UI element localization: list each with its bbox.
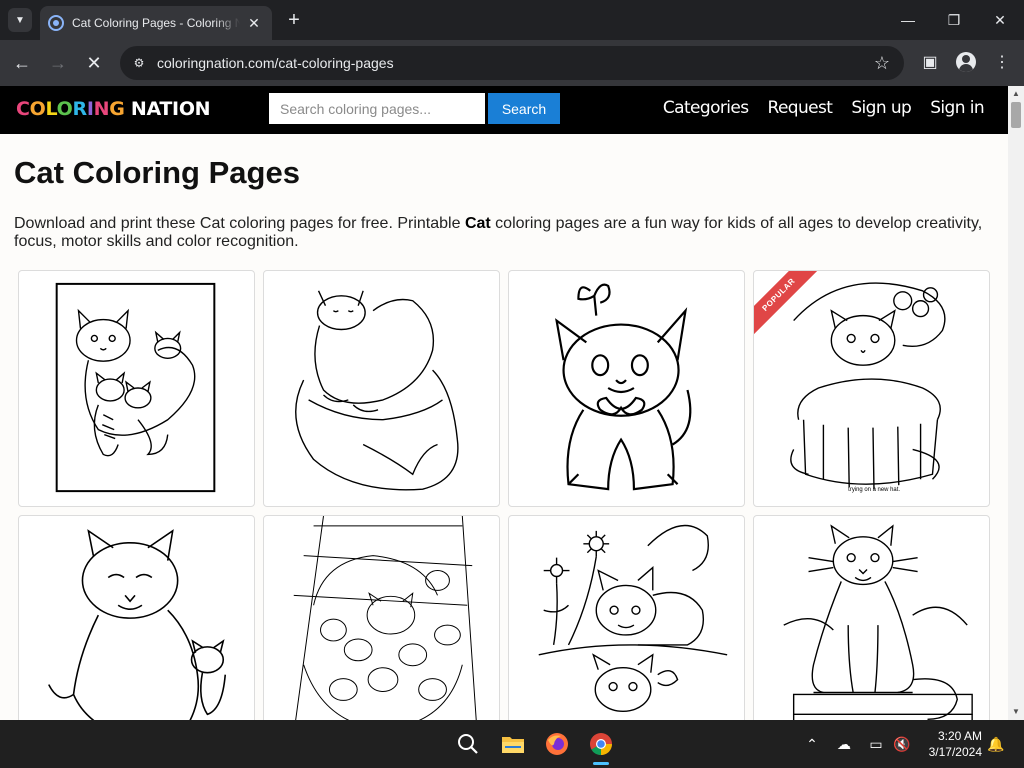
card-caption: trying on a new hat. bbox=[848, 487, 900, 493]
scroll-down-arrow-icon[interactable]: ▼ bbox=[1008, 706, 1024, 718]
forward-arrow-icon[interactable]: → bbox=[46, 51, 70, 75]
close-icon[interactable]: ✕ bbox=[246, 15, 262, 32]
coloring-page-card[interactable] bbox=[18, 515, 255, 720]
windows-taskbar: ⌃ ☁ ▭ 🔇 3:20 AM 3/17/2024 🔔 bbox=[0, 720, 1024, 768]
new-tab-plus-icon[interactable]: + bbox=[282, 8, 306, 32]
search-button[interactable]: Search bbox=[488, 93, 560, 124]
profile-icon[interactable] bbox=[956, 52, 976, 72]
browser-tab-strip: ▼ Cat Coloring Pages - Coloring Nation ✕… bbox=[0, 0, 1024, 40]
coloring-page-card[interactable] bbox=[508, 515, 745, 720]
minimize-icon[interactable]: — bbox=[896, 8, 920, 32]
tune-icon[interactable]: ⚙ bbox=[130, 54, 148, 72]
kebab-menu-icon[interactable]: ⋮ bbox=[990, 51, 1014, 75]
scroll-up-arrow-icon[interactable]: ▲ bbox=[1008, 88, 1024, 100]
page-intro: Download and print these Cat coloring pa… bbox=[14, 215, 983, 250]
coloring-page-card[interactable] bbox=[263, 515, 500, 720]
page-viewport: COLORING NATION Search Categories Reques… bbox=[0, 86, 1024, 720]
bookmark-star-icon[interactable]: ☆ bbox=[874, 53, 890, 73]
kitten-in-hatbox-illustration: trying on a new hat. bbox=[790, 282, 946, 493]
nav-request[interactable]: Request bbox=[768, 98, 833, 118]
clock-date: 3/17/2024 bbox=[928, 745, 982, 759]
coloring-page-card[interactable] bbox=[263, 270, 500, 507]
cat-sitting-on-fence-illustration bbox=[783, 524, 973, 720]
chrome-icon[interactable] bbox=[585, 728, 617, 760]
mother-cat-and-kitten-illustration bbox=[48, 529, 227, 720]
cat-family-illustration bbox=[55, 282, 216, 493]
address-bar[interactable]: ⚙ coloringnation.com/cat-coloring-pages … bbox=[120, 46, 904, 80]
cat-with-kittens-illustration bbox=[293, 516, 477, 720]
side-panel-icon[interactable]: ▣ bbox=[918, 51, 942, 75]
kitten-with-flowers-illustration bbox=[538, 524, 728, 713]
coloring-page-card[interactable] bbox=[18, 270, 255, 507]
file-explorer-icon[interactable] bbox=[497, 728, 529, 760]
site-logo[interactable]: COLORING NATION bbox=[16, 98, 211, 120]
favicon-icon bbox=[48, 15, 64, 31]
site-nav: Categories Request Sign up Sign in bbox=[663, 98, 985, 118]
tab-title: Cat Coloring Pages - Coloring Nation bbox=[72, 16, 240, 30]
coloring-page-grid: trying on a new hat. POPULAR bbox=[18, 270, 991, 720]
notification-bell-icon[interactable]: 🔔 bbox=[986, 734, 1006, 754]
browser-toolbar: ← → ✕ ⚙ coloringnation.com/cat-coloring-… bbox=[0, 40, 1024, 86]
firefox-icon[interactable] bbox=[541, 728, 573, 760]
nav-sign-in[interactable]: Sign in bbox=[930, 98, 984, 118]
main-content: Cat Coloring Pages Download and print th… bbox=[0, 134, 1008, 720]
system-clock[interactable]: 3:20 AM 3/17/2024 bbox=[924, 728, 982, 760]
onedrive-icon[interactable]: ☁ bbox=[834, 734, 854, 754]
browser-tab[interactable]: Cat Coloring Pages - Coloring Nation ✕ bbox=[40, 6, 272, 40]
coloring-page-card[interactable] bbox=[753, 515, 990, 720]
volume-muted-icon[interactable]: 🔇 bbox=[892, 734, 912, 754]
coloring-page-card[interactable]: trying on a new hat. POPULAR bbox=[753, 270, 990, 507]
kitten-with-butterfly-illustration bbox=[555, 283, 692, 491]
page-title: Cat Coloring Pages bbox=[14, 155, 300, 190]
search-input[interactable] bbox=[269, 93, 485, 124]
chevron-up-icon[interactable]: ⌃ bbox=[802, 734, 822, 754]
stop-loading-icon[interactable]: ✕ bbox=[82, 51, 106, 75]
scrollbar-thumb[interactable] bbox=[1011, 102, 1021, 128]
coloring-page-card[interactable] bbox=[508, 270, 745, 507]
chevron-down-icon[interactable]: ▼ bbox=[8, 8, 32, 32]
nav-sign-up[interactable]: Sign up bbox=[851, 98, 911, 118]
display-icon[interactable]: ▭ bbox=[866, 734, 886, 754]
search-icon[interactable] bbox=[452, 728, 484, 760]
clock-time: 3:20 AM bbox=[937, 729, 982, 743]
url-text[interactable]: coloringnation.com/cat-coloring-pages bbox=[157, 55, 394, 71]
back-arrow-icon[interactable]: ← bbox=[10, 51, 34, 75]
nav-categories[interactable]: Categories bbox=[663, 98, 749, 118]
restore-icon[interactable]: ❐ bbox=[942, 8, 966, 32]
fluffy-cat-on-cushion-illustration bbox=[295, 290, 459, 491]
active-app-indicator bbox=[593, 762, 609, 765]
window-close-icon[interactable]: ✕ bbox=[988, 8, 1012, 32]
site-header: COLORING NATION Search Categories Reques… bbox=[0, 86, 1008, 134]
page-scrollbar[interactable]: ▲ ▼ bbox=[1008, 86, 1024, 720]
